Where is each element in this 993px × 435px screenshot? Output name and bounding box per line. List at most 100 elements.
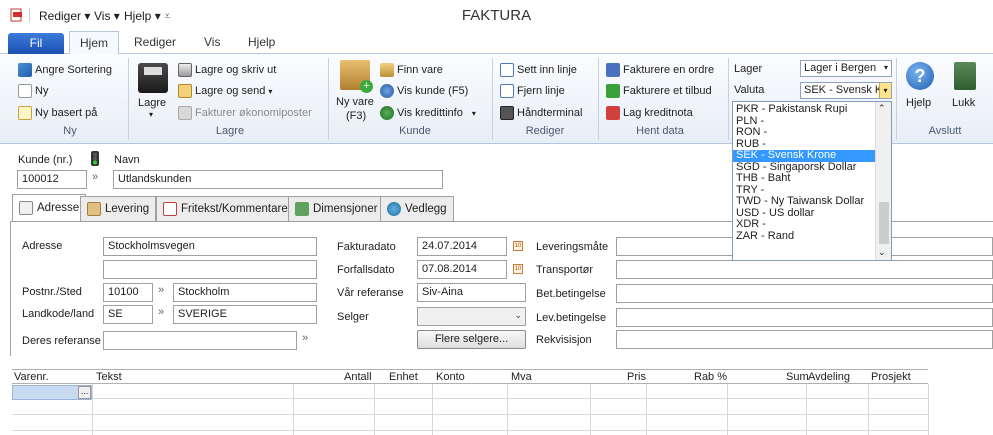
currency-option[interactable]: THB - Baht xyxy=(733,172,876,185)
lagre-og-skriv-ut-button[interactable]: Lagre og skriv ut xyxy=(178,63,276,77)
lev-betingelse-field[interactable] xyxy=(616,308,993,327)
ny-basert-paa-button[interactable]: Ny basert på xyxy=(18,106,97,120)
group-separator xyxy=(728,58,729,140)
tab-rediger[interactable]: Rediger xyxy=(134,35,176,49)
handterminal-button[interactable]: Håndterminal xyxy=(500,106,582,120)
tab-hjelp[interactable]: Hjelp xyxy=(248,35,275,49)
selger-select[interactable]: ⌄ xyxy=(417,307,526,326)
currency-option[interactable]: ZAR - Rand xyxy=(733,230,876,243)
currency-option[interactable]: RON - xyxy=(733,126,876,139)
deres-referanse-label: Deres referanse xyxy=(22,335,101,347)
grid-col-sum[interactable]: Sum xyxy=(786,371,809,383)
group-separator xyxy=(128,58,129,140)
fakturere-en-ordre-button[interactable]: Fakturere en ordre xyxy=(606,63,714,77)
tab-vedlegg[interactable]: Vedlegg xyxy=(380,196,454,221)
var-referanse-field[interactable]: Siv-Aina xyxy=(417,283,526,302)
tab-dimensjoner[interactable]: Dimensjoner xyxy=(288,196,385,221)
postnr-field[interactable]: 10100 xyxy=(103,283,153,302)
vis-kredittinfo-button[interactable]: Vis kredittinfo ▾ xyxy=(380,106,476,120)
dropdown-scrollbar[interactable]: ⌃ ⌄ xyxy=(875,102,891,260)
lagre-og-send-button[interactable]: Lagre og send ▾ xyxy=(178,84,272,98)
grid-col-mva[interactable]: Mva xyxy=(511,371,532,383)
table-row[interactable] xyxy=(12,416,928,431)
lag-kreditnota-button[interactable]: Lag kreditnota xyxy=(606,106,693,120)
bet-betingelse-field[interactable] xyxy=(616,284,993,303)
table-row[interactable] xyxy=(12,400,928,415)
sett-inn-linje-button[interactable]: Sett inn linje xyxy=(500,63,577,77)
adresse-field[interactable]: Stockholmsvegen xyxy=(103,237,317,256)
forfallsdato-field[interactable]: 07.08.2014 xyxy=(417,260,507,279)
lookup-arrow-icon[interactable]: » xyxy=(158,306,164,318)
undo-icon xyxy=(18,63,32,77)
rekvisisjon-field[interactable] xyxy=(616,330,993,349)
grid-col-pris[interactable]: Pris xyxy=(627,371,646,383)
tab-adresse[interactable]: Adresse xyxy=(12,194,87,221)
ny-vare-button[interactable]: Ny vare xyxy=(336,96,374,108)
tab-file[interactable]: Fil xyxy=(8,33,64,54)
kunde-nr-field[interactable]: 100012 xyxy=(17,170,87,189)
lukk-button[interactable]: Lukk xyxy=(952,97,975,109)
currency-option[interactable]: SEK - Svensk Krone xyxy=(733,149,876,162)
lookup-arrow-icon[interactable]: » xyxy=(158,284,164,296)
lookup-arrow-icon[interactable]: » xyxy=(302,332,308,344)
finn-vare-button[interactable]: Finn vare xyxy=(380,63,443,77)
chevron-down-icon: ⌄ xyxy=(514,310,522,320)
grid-col-rab[interactable]: Rab % xyxy=(694,371,727,383)
grid-col-varenr[interactable]: Varenr. xyxy=(14,371,49,383)
grid-col-prosjekt[interactable]: Prosjekt xyxy=(871,371,911,383)
scrollbar-thumb[interactable] xyxy=(879,202,889,244)
grid-divider xyxy=(92,384,93,435)
sted-field[interactable]: Stockholm xyxy=(173,283,317,302)
fakturadato-field[interactable]: 24.07.2014 xyxy=(417,237,507,256)
tab-levering[interactable]: Levering xyxy=(80,196,157,221)
lookup-arrow-icon[interactable]: » xyxy=(92,171,98,183)
grid-divider xyxy=(727,384,728,435)
hjelp-button[interactable]: Hjelp xyxy=(906,97,931,109)
fjern-linje-button[interactable]: Fjern linje xyxy=(500,84,565,98)
kunde-nr-label: Kunde (nr.) xyxy=(18,154,73,166)
leveringsmate-label: Leveringsmåte xyxy=(536,241,609,253)
currency-option[interactable]: XDR - xyxy=(733,218,876,231)
tab-vis[interactable]: Vis xyxy=(204,35,220,49)
flere-selgere-button[interactable]: Flere selgere... xyxy=(417,330,526,349)
angre-sortering-button[interactable]: Angre Sortering xyxy=(18,63,112,77)
fakturere-et-tilbud-button[interactable]: Fakturere et tilbud xyxy=(606,84,712,98)
ny-vare-shortcut: (F3) xyxy=(346,110,367,122)
grid-col-konto[interactable]: Konto xyxy=(436,371,465,383)
group-label-rediger: Rediger xyxy=(525,125,565,137)
group-label-lagre: Lagre xyxy=(215,125,245,137)
tab-fritekst[interactable]: Fritekst/Kommentarer xyxy=(156,196,299,221)
table-row[interactable] xyxy=(12,384,928,399)
ny-button[interactable]: Ny xyxy=(18,84,48,98)
landkode-field[interactable]: SE xyxy=(103,305,153,324)
adresse2-field[interactable] xyxy=(103,260,317,279)
vis-kunde-button[interactable]: Vis kunde (F5) xyxy=(380,84,468,98)
offer-icon xyxy=(606,84,620,98)
lagre-dropdown-icon[interactable]: ▾ xyxy=(149,110,153,119)
tab-hjem[interactable]: Hjem xyxy=(69,31,119,55)
currency-option[interactable]: TWD - Ny Taiwansk Dollar xyxy=(733,195,876,208)
delivery-box-icon xyxy=(87,202,101,216)
grid-divider xyxy=(590,384,591,435)
calendar-icon[interactable]: 10 xyxy=(513,241,523,251)
transportor-field[interactable] xyxy=(616,260,993,279)
grid-col-antall[interactable]: Antall xyxy=(344,371,372,383)
lager-select[interactable]: Lager i Bergen ▾ xyxy=(800,60,892,77)
land-field[interactable]: SVERIGE xyxy=(173,305,317,324)
lagre-button[interactable]: Lagre xyxy=(138,97,166,109)
valuta-select[interactable]: SEK - Svensk K ▾ xyxy=(800,82,892,99)
group-label-avslutt: Avslutt xyxy=(928,125,962,137)
cell-lookup-button[interactable]: ... xyxy=(78,386,91,399)
grid-col-tekst[interactable]: Tekst xyxy=(96,371,122,383)
valuta-dropdown-list[interactable]: PKR - Pakistansk Rupi PLN - RON - RUB - SEK … xyxy=(732,101,892,261)
fakturer-okonomiposter-button[interactable]: Fakturer økonomiposter xyxy=(178,106,312,120)
calendar-icon[interactable]: 10 xyxy=(513,264,523,274)
chevron-down-icon: ▾ xyxy=(471,108,476,118)
currency-option[interactable]: PKR - Pakistansk Rupi xyxy=(733,103,876,116)
scroll-up-icon[interactable]: ⌃ xyxy=(878,103,886,114)
deres-referanse-field[interactable] xyxy=(103,331,297,350)
scroll-down-icon[interactable]: ⌄ xyxy=(878,247,886,258)
grid-col-avdeling[interactable]: Avdeling xyxy=(808,371,850,383)
navn-field[interactable]: Utlandskunden xyxy=(113,170,443,189)
grid-col-enhet[interactable]: Enhet xyxy=(389,371,418,383)
